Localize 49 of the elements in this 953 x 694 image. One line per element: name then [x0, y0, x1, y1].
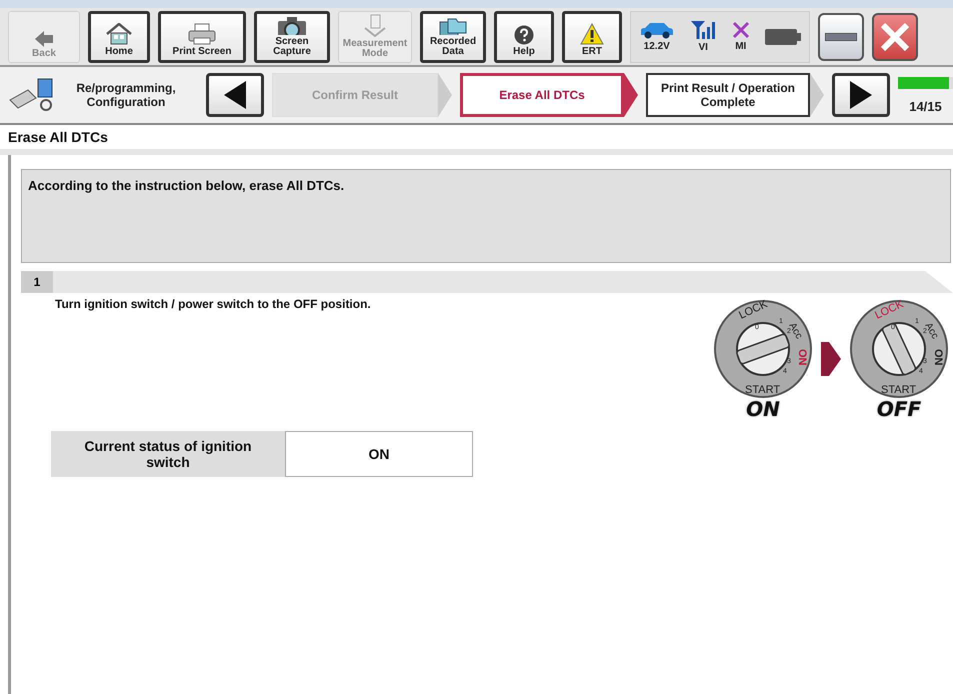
- left-arrow-icon: [35, 30, 53, 46]
- toolbar-button[interactable]: Help: [494, 10, 554, 62]
- meter-icon: [363, 14, 387, 36]
- status-label: MI: [735, 41, 746, 52]
- help-icon: [514, 24, 534, 44]
- section-title: Re/programming, Configuration: [75, 81, 177, 109]
- chevron-icon: [810, 73, 824, 117]
- step-number: 1: [21, 271, 53, 293]
- toolbar-button[interactable]: ERT: [562, 10, 622, 62]
- minimize-button[interactable]: [818, 12, 864, 60]
- instruction-panel: According to the instruction below, erase All DTCs.: [21, 169, 951, 263]
- dial-position-label: ON: [796, 349, 808, 366]
- step-tab[interactable]: Print Result / Operation Complete: [646, 73, 810, 117]
- left-triangle-icon: [224, 81, 246, 109]
- camera-icon: [277, 16, 307, 34]
- right-triangle-icon: [850, 81, 872, 109]
- next-button[interactable]: [832, 73, 890, 117]
- status-value-cell: ON: [285, 431, 473, 477]
- dial-position-label: START: [881, 384, 916, 396]
- folders-icon: [438, 16, 468, 34]
- battery-icon: [765, 28, 802, 44]
- close-icon: [880, 22, 910, 52]
- status-label: 12.2V: [644, 41, 670, 52]
- chevron-icon: [438, 73, 452, 117]
- progress-count: 14/15: [909, 98, 942, 114]
- chevron-icon: [624, 73, 638, 117]
- close-button[interactable]: [872, 12, 918, 60]
- dial-position-label: START: [745, 384, 780, 396]
- status-label-cell: Current status of ignition switch: [51, 431, 285, 477]
- ignition-position-label: ON: [746, 399, 780, 419]
- page-title: Erase All DTCs: [0, 125, 953, 155]
- car-icon: [638, 21, 675, 39]
- dial-position-label: ON: [932, 349, 944, 366]
- cross-icon: [732, 21, 750, 39]
- step-instruction: Turn ignition switch / power switch to the OFF position.: [55, 297, 371, 313]
- step-tab[interactable]: Erase All DTCs: [460, 73, 624, 117]
- toolbar-button[interactable]: Screen Capture: [254, 10, 330, 62]
- ignition-position-label: OFF: [876, 399, 922, 419]
- status-label: VI: [698, 42, 708, 53]
- minimize-icon: [825, 32, 857, 40]
- toolbar-button[interactable]: Home: [88, 10, 150, 62]
- previous-button[interactable]: [206, 73, 264, 117]
- printer-icon: [187, 22, 217, 44]
- house-icon: [106, 22, 132, 44]
- signal-icon: [690, 20, 716, 40]
- warning-icon: [580, 22, 604, 44]
- right-arrow-icon: [821, 342, 841, 376]
- toolbar-button[interactable]: Recorded Data: [420, 10, 486, 62]
- toolbar-button[interactable]: Print Screen: [158, 10, 246, 62]
